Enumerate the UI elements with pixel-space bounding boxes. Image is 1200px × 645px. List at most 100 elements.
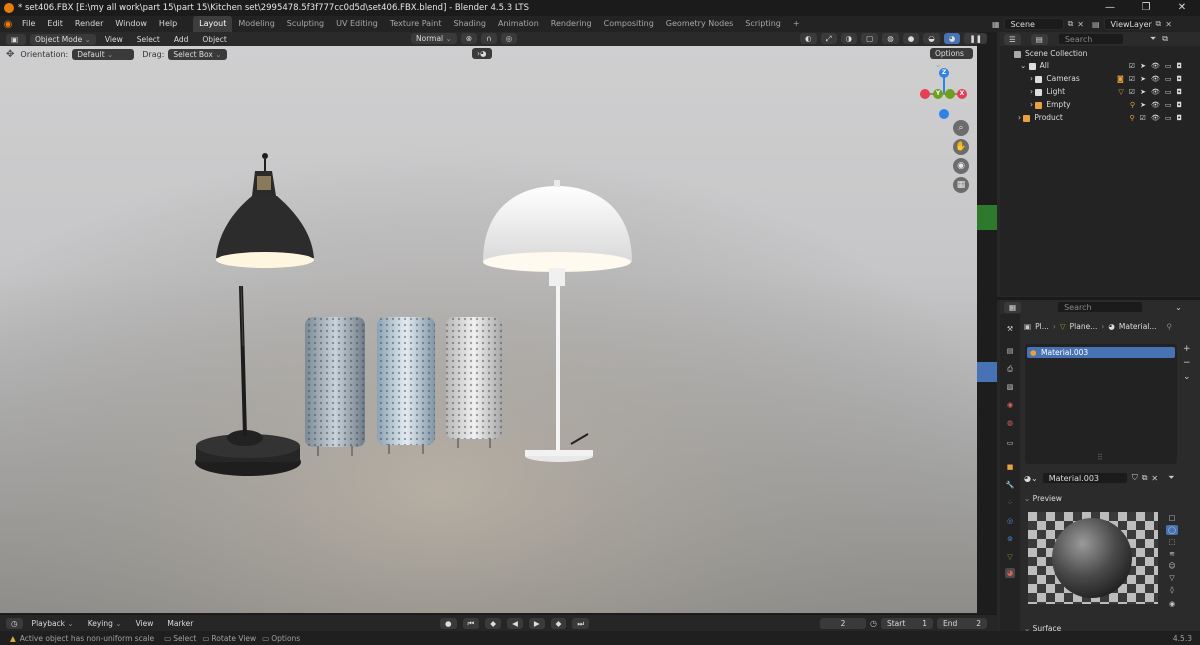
outliner-item-light[interactable]: › Light ▽ ☑ ➤ 👁 ▭ ◘ [1000, 86, 1200, 98]
preview-fluid-icon[interactable]: ◊ [1166, 585, 1178, 595]
tab-compositing[interactable]: Compositing [598, 16, 660, 32]
gizmo-z-axis[interactable]: Z [939, 68, 949, 78]
checkbox-icon[interactable]: ☑ [1140, 112, 1146, 124]
constraints-tab-icon[interactable]: ⊚ [1005, 534, 1015, 544]
shading-wireframe-icon[interactable]: ◍ [882, 33, 899, 44]
remove-slot-button[interactable]: − [1183, 358, 1191, 368]
shading-material-icon[interactable]: ◒ [923, 33, 940, 44]
gizmo-neg-x-axis[interactable] [920, 89, 930, 99]
gizmo-toggle-icon[interactable]: ⤢ [820, 33, 837, 44]
play-icon[interactable]: ▶ [528, 618, 545, 629]
pan-hand-icon[interactable]: ✋ [953, 139, 969, 155]
tab-rendering[interactable]: Rendering [545, 16, 598, 32]
pause-render-icon[interactable]: ❚❚ [964, 33, 987, 44]
preview-world-icon[interactable]: ◉ [1166, 599, 1178, 609]
transform-tool-icon[interactable]: ✥ [6, 49, 14, 60]
delete-view-layer-icon[interactable]: ✕ [1165, 20, 1172, 29]
outliner-editor-icon[interactable]: ☰ [1004, 33, 1021, 45]
options-dropdown[interactable]: Options [930, 48, 973, 59]
collapse-toolbar-icon[interactable]: ›◕ [472, 48, 492, 59]
xray-icon[interactable]: ▢ [861, 33, 879, 44]
material-browse-icon[interactable]: ◕⌄ [1024, 474, 1038, 483]
tab-shading[interactable]: Shading [447, 16, 492, 32]
unlink-material-icon[interactable]: ✕ [1151, 474, 1158, 483]
preview-flat-icon[interactable]: □ [1166, 513, 1178, 523]
tab-uv-editing[interactable]: UV Editing [330, 16, 384, 32]
new-view-layer-icon[interactable]: ⧉ [1156, 19, 1162, 29]
monitor-icon[interactable]: ▭ [1165, 99, 1172, 111]
outliner-search[interactable]: Search [1057, 33, 1124, 45]
jump-end-icon[interactable]: ⏭ [572, 618, 590, 629]
perspective-grid-icon[interactable]: ▦ [953, 177, 969, 193]
eye-icon[interactable]: 👁 [1151, 73, 1160, 85]
end-frame-field[interactable]: End 2 [936, 618, 987, 629]
collection-tab-icon[interactable]: ▭ [1005, 438, 1015, 448]
browse-node-icon[interactable]: ⏷ [1168, 473, 1174, 483]
overlays-icon[interactable]: ◑ [840, 33, 858, 44]
outliner-item-empty[interactable]: › Empty ⚲ ➤ 👁 ▭ ◘ [1000, 99, 1200, 111]
menu-keying[interactable]: Keying [83, 618, 127, 629]
shading-solid-icon[interactable]: ● [902, 33, 920, 44]
shading-rendered-icon[interactable]: ◕ [943, 33, 961, 44]
proportional-edit-icon[interactable]: ◎ [500, 33, 518, 44]
modifier-tab-icon[interactable]: 🔧 [1005, 480, 1015, 490]
jump-key-back-icon[interactable]: ◆ [485, 618, 502, 629]
output-tab-icon[interactable]: ⎙ [1005, 364, 1015, 374]
gizmo-y-axis[interactable]: Y [933, 89, 943, 99]
material-name-field[interactable]: Material.003 [1041, 472, 1128, 484]
auto-keying-icon[interactable]: ● [440, 618, 457, 629]
scene-tab-icon[interactable]: ◉ [1005, 400, 1015, 410]
eye-icon[interactable]: 👁 [1151, 112, 1160, 124]
physics-tab-icon[interactable]: ◎ [1005, 516, 1015, 526]
new-scene-icon[interactable]: ⧉ [1068, 19, 1074, 29]
world-tab-icon[interactable]: ◍ [1005, 418, 1015, 428]
select-arrow-icon[interactable]: ➤ [1140, 86, 1146, 98]
slot-menu-icon[interactable]: ⌄ [1183, 372, 1191, 382]
zoom-icon[interactable]: ⌕ [953, 120, 969, 136]
close-button[interactable]: ✕ [1164, 0, 1200, 16]
scene-collection-row[interactable]: Scene Collection [1000, 48, 1200, 60]
material-tab-icon[interactable]: ◕ [1005, 568, 1015, 578]
scene-selector[interactable]: Scene [1003, 18, 1064, 30]
select-arrow-icon[interactable]: ➤ [1140, 99, 1146, 111]
tab-layout[interactable]: Layout [193, 16, 233, 32]
particles-tab-icon[interactable]: ⁘ [1005, 498, 1015, 508]
menu-object[interactable]: Object [197, 34, 231, 45]
current-frame-field[interactable]: 2 [820, 618, 866, 629]
add-workspace-button[interactable]: + [787, 16, 806, 32]
checkbox-icon[interactable]: ☑ [1129, 73, 1135, 85]
outliner-item-all[interactable]: ⌄ All ☑ ➤ 👁 ▭ ◘ [1000, 60, 1200, 72]
visibility-icon[interactable]: ◐ [800, 33, 817, 44]
outliner-item-product[interactable]: › Product ⚲ ☑ 👁 ▭ ◘ [1000, 112, 1200, 124]
expand-icon[interactable]: ⌄ [1020, 61, 1029, 70]
select-arrow-icon[interactable]: ➤ [1140, 60, 1146, 72]
outliner-item-cameras[interactable]: › Cameras ◙ ☑ ➤ 👁 ▭ ◘ [1000, 73, 1200, 85]
orientation-dropdown[interactable]: Default [72, 48, 135, 60]
menu-view[interactable]: View [100, 34, 128, 45]
gizmo-neg-z-axis[interactable] [939, 109, 949, 119]
gizmo-neg-y-axis[interactable] [945, 89, 955, 99]
material-slot-list[interactable]: ● Material.003 ⠿ [1025, 344, 1177, 464]
camera-icon[interactable]: ◘ [1176, 73, 1182, 85]
transform-orientation[interactable]: Normal [411, 33, 457, 44]
menu-help[interactable]: Help [153, 16, 183, 32]
snap-icon[interactable]: ∩ [481, 33, 497, 44]
camera-icon[interactable]: ◘ [1176, 99, 1182, 111]
frame-clock-icon[interactable]: ◷ [870, 619, 877, 628]
menu-playback[interactable]: Playback [27, 618, 79, 629]
tab-texture-paint[interactable]: Texture Paint [384, 16, 448, 32]
properties-options-icon[interactable]: ⌄ [1175, 303, 1182, 312]
filter-icon[interactable]: ⏷ [1150, 34, 1156, 44]
view-layer-tab-icon[interactable]: ▧ [1005, 382, 1015, 392]
duplicate-material-icon[interactable]: ⧉ [1142, 473, 1148, 483]
preview-sphere-icon[interactable]: ◯ [1166, 525, 1178, 535]
gizmo-x-axis[interactable]: X [957, 89, 967, 99]
editor-type-icon[interactable]: ▣ [6, 33, 26, 45]
eye-icon[interactable]: 👁 [1151, 60, 1160, 72]
timeline-editor-icon[interactable]: ◷ [6, 617, 23, 629]
preview-cloth-icon[interactable]: ▽ [1166, 573, 1178, 583]
render-tab-icon[interactable]: ▤ [1005, 346, 1015, 356]
preview-hair-icon[interactable]: ≋ [1166, 549, 1178, 559]
properties-search[interactable]: Search [1057, 301, 1144, 313]
play-reverse-icon[interactable]: ◀ [507, 618, 523, 629]
